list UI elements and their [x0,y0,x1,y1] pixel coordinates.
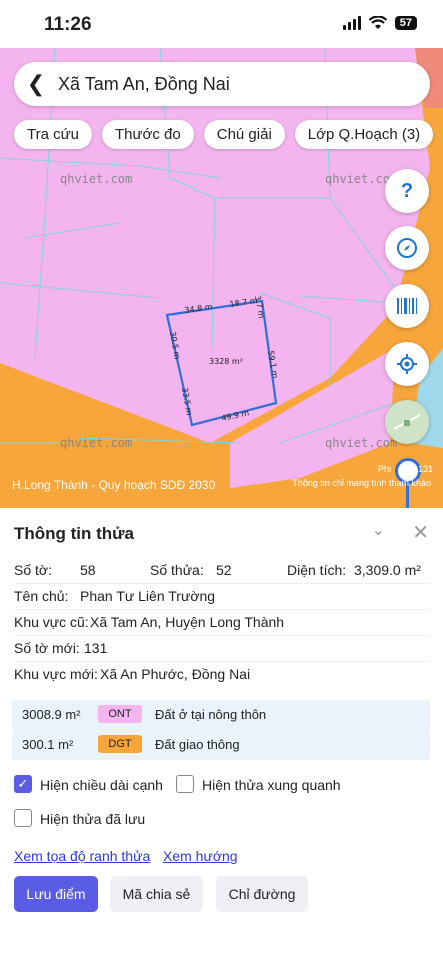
new-sheet-label: Số tờ mới: [14,640,80,656]
search-text[interactable]: Xã Tam An, Đồng Nai [58,74,230,95]
landuse-code: ONT [98,705,142,723]
question-icon: ? [400,179,414,202]
dien-tich-label: Diện tích: [287,562,347,578]
ph-label: Phi [378,464,392,474]
checkbox-label[interactable]: Hiện thửa xung quanh [202,777,341,793]
chevron-down-icon[interactable]: ⌄ [372,520,385,540]
landuse-desc: Đất ở tại nông thôn [155,707,267,722]
crosshair-icon [397,354,417,374]
new-sheet-value: 131 [84,640,108,656]
owner-label: Tên chủ: [14,588,69,604]
panel-title: Thông tin thửa [14,524,134,543]
view-direction-link[interactable]: Xem hướng [163,848,238,864]
old-area-value: Xã Tam An, Huyện Long Thành [90,614,285,630]
so-to-value: 58 [80,562,96,578]
status-bar: 11:26 57 [0,0,443,48]
checkbox-show-surrounding[interactable] [176,775,194,793]
dien-tich-value: 3,309.0 m² [354,562,421,578]
checkbox-label[interactable]: Hiện thửa đã lưu [40,811,145,827]
parcel-info-panel: Thông tin thửa ⌄ ✕ Số tờ: 58 Số thửa: 52… [0,508,443,959]
new-area-label: Khu vực mới: [14,666,98,682]
close-icon[interactable]: ✕ [412,520,429,545]
compass-button[interactable] [385,226,429,270]
signal-icon [342,16,361,30]
landuse-desc: Đất giao thông [155,737,240,752]
barcode-icon [397,298,417,314]
map-thumbnail-icon [394,409,420,435]
wifi-icon [368,16,387,29]
watermark: qhviet.com [325,436,398,450]
battery-icon: 57 [394,16,417,30]
chip-row: Tra cứu Thước đo Chú giải Lớp Q.Hoạch (3… [14,120,434,149]
info-row-old-area: Khu vực cũ: Xã Tam An, Huyện Long Thành [14,610,430,636]
info-row-new-area: Khu vực mới: Xã An Phước, Đồng Nai [14,662,430,688]
watermark: qhviet.com [60,172,133,186]
checkbox-show-saved[interactable] [14,809,32,827]
so-to-label: Số tờ: [14,562,52,578]
save-point-button[interactable]: Lưu điểm [14,876,98,912]
view-coordinates-link[interactable]: Xem tọa độ ranh thửa [14,848,150,864]
directions-button[interactable]: Chỉ đường [216,876,308,912]
landuse-area: 300.1 m² [22,737,74,752]
area-label: 3328 m² [209,357,243,366]
chip-thuoc-do[interactable]: Thước đo [102,120,194,149]
plan-label: H.Long Thành - Quy hoạch SDĐ 2030 [12,478,216,492]
checkbox-label[interactable]: Hiện chiều dài cạnh [40,777,163,793]
watermark: qhviet.com [60,436,133,450]
map-note: Thông tin chỉ mang tính tham khảo [292,478,431,488]
barcode-button[interactable] [385,284,429,328]
new-area-value: Xã An Phước, Đồng Nai [100,666,251,682]
chip-lop-quy-hoach[interactable]: Lớp Q.Hoạch (3) [294,120,434,149]
so-thua-value: 52 [216,562,232,578]
old-area-label: Khu vực cũ: [14,614,89,630]
chevron-left-icon[interactable]: ❮ [14,71,58,97]
map-view[interactable]: 34.8 m 18.7 m 3.7 m 30.5 m 59.1 m 33.5 m… [0,48,443,508]
satellite-layer-button[interactable] [385,400,429,444]
landuse-area: 3008.9 m² [22,707,81,722]
search-bar[interactable]: ❮ Xã Tam An, Đồng Nai [14,62,430,106]
so-thua-label: Số thửa: [150,562,204,578]
info-row-new-sheet: Số tờ mới: 131 [14,636,430,662]
num-label: 131 [418,464,434,474]
compass-icon [397,238,417,258]
landuse-row: 300.1 m² DGT Đất giao thông [12,730,430,760]
help-button[interactable]: ? [385,169,429,213]
share-code-button[interactable]: Mã chia sẻ [110,876,203,912]
chip-tra-cuu[interactable]: Tra cứu [14,120,92,149]
checkbox-show-edge-length[interactable]: ✓ [14,775,32,793]
owner-value: Phan Tư Liên Trường [80,588,216,604]
info-row-ids: Số tờ: 58 Số thửa: 52 Diện tích: 3,309.0… [14,558,430,584]
info-row-owner: Tên chủ: Phan Tư Liên Trường [14,584,430,610]
locate-button[interactable] [385,342,429,386]
landuse-row: 3008.9 m² ONT Đất ở tại nông thôn [12,700,430,730]
chip-chu-giai[interactable]: Chú giải [203,120,285,149]
clock: 11:26 [44,14,92,35]
landuse-code: DGT [98,735,142,753]
